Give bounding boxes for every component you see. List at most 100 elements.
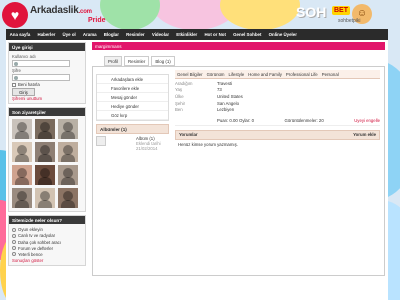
member-avatar[interactable] — [58, 119, 78, 139]
poll-option[interactable]: Forum ve defterler — [12, 246, 82, 251]
poll-results-link[interactable]: Sonuçları göster — [12, 258, 82, 263]
albums-header: Albümler (1) — [96, 124, 169, 134]
block-user-link[interactable]: Uyeyi engelle — [354, 118, 380, 123]
info-value: 73 — [217, 87, 222, 93]
info-key: Aradığım — [175, 80, 193, 86]
person-body-shape — [61, 154, 75, 162]
nav-item-general-chat[interactable]: Genel Sohbet — [230, 32, 266, 37]
nav-item-news[interactable]: Haberler — [34, 32, 59, 37]
info-tab-general[interactable]: Genel Bilgiler — [175, 70, 205, 78]
comments-empty-text: Henüz kimse yorum yazmamış. — [178, 141, 238, 147]
poll-title: Sitemizde neler olsun? — [9, 216, 85, 224]
password-label: Şifre — [12, 68, 21, 73]
send-gift-action[interactable]: Hediye gönder — [97, 102, 168, 111]
login-button[interactable]: Giriş — [12, 88, 35, 96]
member-avatar[interactable] — [12, 165, 32, 185]
poll-option[interactable]: Canlı tv ve radyolar — [12, 233, 82, 238]
profile-title: margimmans — [92, 42, 385, 50]
nav-item-home[interactable]: Ana sayfa — [6, 32, 34, 37]
profile-panel: Arkadaşlara ekle Favorilere ekle Mesaj g… — [92, 66, 385, 276]
person-body-shape — [61, 177, 75, 185]
username-input[interactable] — [12, 60, 70, 67]
password-input[interactable] — [12, 74, 70, 81]
nav-item-online-members[interactable]: Online Üyeler — [265, 32, 301, 37]
poll-option-label: Canlı tv ve radyolar — [18, 233, 56, 239]
add-favorite-action[interactable]: Favorilere ekle — [97, 84, 168, 93]
poll-option-label: Yeterli bence — [18, 251, 43, 257]
info-tab-professional[interactable]: Professional Life — [284, 70, 320, 78]
views-text: Görüntülenmeler: 20 — [284, 117, 324, 123]
poll-radio[interactable] — [12, 246, 16, 251]
person-body-shape — [38, 200, 52, 208]
poll-radio[interactable] — [12, 227, 16, 232]
user-icon — [14, 61, 18, 66]
nav-item-events[interactable]: Etkinlikler — [173, 32, 201, 37]
remember-me-checkbox[interactable] — [12, 82, 16, 87]
nav-item-register[interactable]: Üye ol — [59, 32, 79, 37]
send-message-action[interactable]: Mesaj gönder — [97, 93, 168, 102]
remember-me-label: Beni hatırla — [18, 82, 40, 87]
site-logo[interactable]: ♥ Arkadaslik.com Pride — [2, 2, 122, 28]
info-tab-personal[interactable]: Personal — [320, 70, 341, 78]
username-label: Kullanıcı adı — [12, 54, 36, 59]
person-body-shape — [61, 131, 75, 139]
info-key: Şehir — [175, 100, 186, 106]
nav-item-search[interactable]: Arama — [79, 32, 100, 37]
info-tab-home-family[interactable]: Home and Family — [246, 70, 284, 78]
profile-right-column: Genel Bilgiler Görünüm Lifestyle Home an… — [175, 70, 380, 149]
member-avatar[interactable] — [35, 142, 55, 162]
poll-option[interactable]: Daha çok sohbet aracı — [12, 240, 82, 245]
poll-radio[interactable] — [12, 233, 16, 238]
poll-option[interactable]: Yeterli bence — [12, 252, 82, 257]
info-row: Şehir San Angelo — [175, 100, 380, 107]
main-content: margimmans Profil Resimler Blog (1) Arka… — [92, 42, 385, 276]
album-card[interactable]: Albüm (1) Eklendi tarihi 21/02/2014 — [96, 136, 169, 151]
add-comment-link[interactable]: Yorum ekle — [353, 132, 376, 137]
album-thumbnail[interactable] — [96, 136, 106, 146]
wink-action[interactable]: Göz kırp — [97, 111, 168, 120]
remember-me-row: Beni hatırla — [12, 82, 82, 87]
forgot-password-link[interactable]: Şifremi unuttum — [12, 96, 82, 101]
person-body-shape — [38, 177, 52, 185]
person-body-shape — [38, 131, 52, 139]
site-header: ♥ Arkadaslik.com Pride SOH BET ☺ sohbetp… — [0, 0, 400, 30]
member-avatar[interactable] — [12, 119, 32, 139]
poll-option-label: Forum ve defterler — [18, 245, 54, 251]
chat-banner-badge: BET — [332, 6, 350, 15]
add-friend-action[interactable]: Arkadaşlara ekle — [97, 75, 168, 84]
login-box-title: Üye girişi — [9, 43, 85, 51]
member-avatar[interactable] — [58, 188, 78, 208]
nav-item-blogs[interactable]: Bloglar — [100, 32, 122, 37]
tab-profile[interactable]: Profil — [104, 56, 123, 66]
heart-logo-icon: ♥ — [2, 2, 28, 28]
poll-radio[interactable] — [12, 240, 16, 245]
nav-item-hot-or-not[interactable]: Hot or Not — [201, 32, 230, 37]
tab-blog[interactable]: Blog (1) — [151, 56, 175, 66]
info-rows: Aradığım Travesti Yaş 73 Ülke United States… — [175, 79, 380, 114]
poll-option[interactable]: Oyun ekleyin — [12, 227, 82, 232]
poll-radio[interactable] — [12, 252, 16, 257]
recent-members-title: Son ziyaretçiler — [9, 108, 85, 116]
profile-left-column: Arkadaşlara ekle Favorilere ekle Mesaj g… — [96, 70, 169, 151]
nav-item-videos[interactable]: Videolar — [148, 32, 172, 37]
member-avatar[interactable] — [35, 119, 55, 139]
info-tab-lifestyle[interactable]: Lifestyle — [226, 70, 246, 78]
info-key: Ben — [175, 107, 183, 113]
info-key: Yaş — [175, 87, 183, 93]
member-avatar[interactable] — [12, 142, 32, 162]
info-tabs: Genel Bilgiler Görünüm Lifestyle Home an… — [175, 70, 380, 79]
member-avatar[interactable] — [12, 188, 32, 208]
person-body-shape — [15, 154, 29, 162]
member-avatar[interactable] — [35, 188, 55, 208]
comments-header: Yorumlar Yorum ekle — [175, 129, 380, 140]
member-avatar[interactable] — [35, 165, 55, 185]
member-avatar[interactable] — [58, 165, 78, 185]
nav-item-pictures[interactable]: Resimler — [123, 32, 149, 37]
tab-pictures[interactable]: Resimler — [124, 56, 150, 66]
info-value: San Angelo — [217, 100, 239, 106]
info-tab-appearance[interactable]: Görünüm — [205, 70, 227, 78]
info-row: Aradığım Travesti — [175, 80, 380, 87]
member-avatar[interactable] — [58, 142, 78, 162]
chat-banner[interactable]: SOH BET ☺ sohbetpiki — [296, 4, 396, 26]
info-row: Yaş 73 — [175, 87, 380, 94]
